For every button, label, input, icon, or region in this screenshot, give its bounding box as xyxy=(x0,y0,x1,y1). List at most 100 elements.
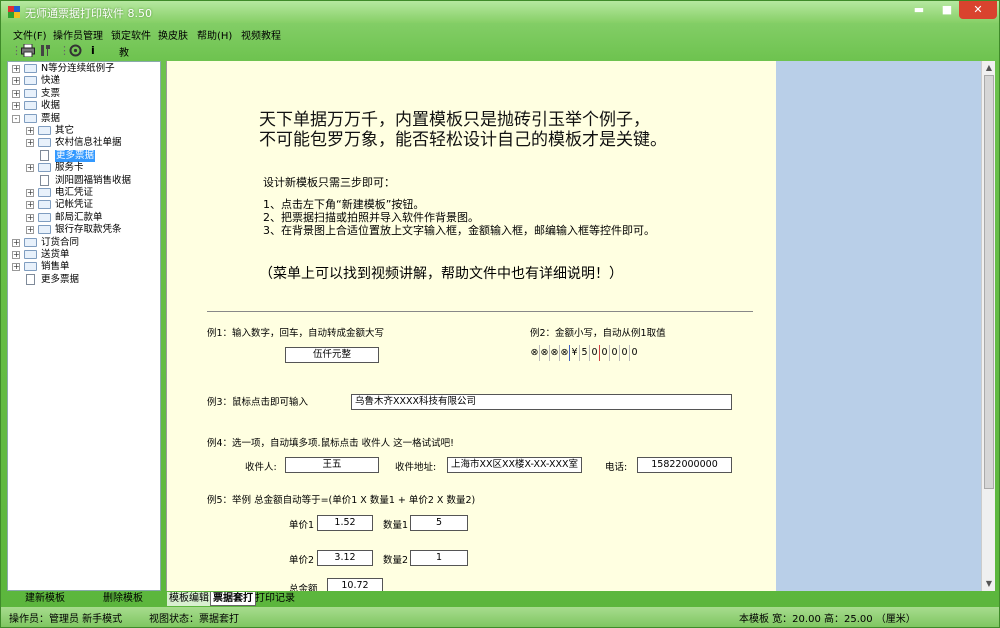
address-label: 收件地址: xyxy=(395,462,437,473)
tree-item-label: 邮局汇款单 xyxy=(55,211,103,223)
menu-video[interactable]: 视频教程 xyxy=(241,27,281,42)
vertical-scrollbar[interactable]: ▲ ▼ xyxy=(981,61,995,591)
company-name-field[interactable]: 乌鲁木齐XXXX科技有限公司 xyxy=(351,394,732,410)
expand-icon[interactable]: + xyxy=(12,263,20,272)
phone-field[interactable]: 15822000000 xyxy=(637,457,732,473)
expand-icon[interactable]: + xyxy=(26,213,34,222)
tree-item[interactable]: + 记帐凭证 xyxy=(8,199,160,211)
teach-button[interactable]: 教 xyxy=(119,44,129,59)
expand-icon[interactable]: + xyxy=(12,89,20,98)
tree-item[interactable]: - 票据 xyxy=(8,113,160,125)
tree-item[interactable]: + 银行存取款凭条 xyxy=(8,224,160,236)
folder-icon xyxy=(24,250,37,259)
folder-icon xyxy=(38,188,51,197)
tree-item[interactable]: + 销售单 xyxy=(8,261,160,273)
total-field[interactable]: 10.72 xyxy=(327,578,383,591)
document-icon xyxy=(26,273,35,285)
amount-digit: ⊗ xyxy=(550,347,559,358)
expand-icon[interactable]: + xyxy=(12,102,20,111)
tree-item[interactable]: + 支票 xyxy=(8,88,160,100)
expand-icon[interactable]: + xyxy=(26,226,34,235)
status-template-size: 本模板 宽：20.00 高：25.00 （厘米） xyxy=(739,614,916,625)
window-title: 无师通票据打印软件 8.50 xyxy=(25,7,152,20)
expand-icon[interactable]: + xyxy=(12,251,20,259)
tree-item[interactable]: + 服务卡 xyxy=(8,162,160,174)
tree-item-label: 订货合同 xyxy=(41,236,80,248)
tools-icon[interactable] xyxy=(39,44,52,60)
intro-heading-2: 不可能包罗万象，能否轻松设计自己的模板才是关键。 xyxy=(259,130,667,150)
tab-print-log[interactable]: 打印记录 xyxy=(255,592,295,606)
menu-file[interactable]: 文件(F) xyxy=(13,27,47,42)
tree-item[interactable]: 浏阳圆福销售收据 xyxy=(8,174,160,187)
folder-icon xyxy=(38,163,51,173)
scroll-thumb[interactable] xyxy=(984,75,994,489)
title-bar: 无师通票据打印软件 8.50 ▬ ■ ✕ xyxy=(1,1,999,23)
tree-item[interactable]: + 邮局汇款单 xyxy=(8,212,160,224)
menu-skin[interactable]: 换皮肤 xyxy=(158,27,188,42)
collapse-icon[interactable]: - xyxy=(12,114,20,123)
folder-icon xyxy=(38,126,51,135)
expand-icon[interactable]: + xyxy=(26,164,34,173)
template-tree[interactable]: + N等分连续纸例子 + 快递 + 支票 + 收据 - 票据 + 其它 + 农村信息社单据 更多票据 + 服务卡… xyxy=(7,61,161,591)
example-4-label: 例4：选一项，自动填多项.鼠标点击 收件人 这一格试试吧! xyxy=(207,438,454,449)
tree-item-label: 支票 xyxy=(41,87,61,99)
tree-item[interactable]: + 收据 xyxy=(8,100,160,112)
gear-icon[interactable] xyxy=(69,44,82,60)
expand-icon[interactable]: + xyxy=(12,238,20,247)
tree-item[interactable]: + 农村信息社单据 xyxy=(8,137,160,149)
menu-bar: 文件(F) 操作员管理 锁定软件 换皮肤 帮助(H) 视频教程 xyxy=(1,24,999,42)
printer-icon[interactable] xyxy=(21,43,35,60)
delete-template-button[interactable]: 删除模板 xyxy=(103,592,143,606)
tree-item[interactable]: 更多票据 xyxy=(8,149,160,162)
digit-separator xyxy=(549,345,550,361)
app-logo-icon xyxy=(8,6,20,18)
menu-help[interactable]: 帮助(H) xyxy=(197,27,232,42)
toolbar: ⋮ ⋮ i 教 xyxy=(1,42,999,60)
expand-icon[interactable]: + xyxy=(26,139,34,148)
scroll-down-icon[interactable]: ▼ xyxy=(982,577,996,591)
tree-item[interactable]: + 送货单 xyxy=(8,249,160,261)
maximize-button[interactable]: ■ xyxy=(935,1,959,19)
tree-item[interactable]: + 其它 xyxy=(8,125,160,137)
total-label: 总金额 xyxy=(289,584,318,591)
tree-item-label: 更多票据 xyxy=(55,149,96,162)
tab-template-edit[interactable]: 模板编辑 xyxy=(167,592,211,606)
address-field[interactable]: 上海市XX区XX楼X-XX-XXX室 xyxy=(447,457,582,473)
digit-separator xyxy=(609,345,610,361)
recipient-field[interactable]: 王五 xyxy=(285,457,379,473)
close-button[interactable]: ✕ xyxy=(959,1,997,19)
tree-item[interactable]: + 订货合同 xyxy=(8,237,160,249)
expand-icon[interactable]: + xyxy=(12,65,20,73)
info-icon[interactable]: i xyxy=(91,44,95,57)
quantity-2-field[interactable]: 1 xyxy=(410,550,468,566)
expand-icon[interactable]: + xyxy=(26,201,34,210)
template-canvas[interactable]: 天下单据万万千，内置模板只是抛砖引玉举个例子， 不可能包罗万象，能否轻松设计自己… xyxy=(166,61,776,591)
recipient-label[interactable]: 收件人: xyxy=(245,459,277,473)
amount-uppercase-field[interactable]: 伍仟元整 xyxy=(285,347,379,363)
tab-print-set[interactable]: 票据套打 xyxy=(210,592,256,606)
tree-item[interactable]: + 电汇凭证 xyxy=(8,187,160,199)
price-2-field[interactable]: 3.12 xyxy=(317,550,373,566)
digit-separator xyxy=(539,345,540,361)
tree-item[interactable]: + 快递 xyxy=(8,75,160,87)
tree-item[interactable]: + N等分连续纸例子 xyxy=(8,63,160,75)
new-template-button[interactable]: 建新模板 xyxy=(25,592,65,606)
expand-icon[interactable]: + xyxy=(26,189,34,197)
menu-lock[interactable]: 锁定软件 xyxy=(111,27,151,42)
price-1-field[interactable]: 1.52 xyxy=(317,515,373,531)
folder-icon xyxy=(24,101,37,111)
quantity-1-field[interactable]: 5 xyxy=(410,515,468,531)
menu-operator[interactable]: 操作员管理 xyxy=(53,27,103,42)
tree-item-label: 记帐凭证 xyxy=(55,199,94,211)
expand-icon[interactable]: + xyxy=(12,77,20,86)
example-2-label: 例2：金额小写，自动从例1取值 xyxy=(530,328,666,339)
minimize-button[interactable]: ▬ xyxy=(907,1,931,19)
example-5-label: 例5：举例 总金额自动等于=(单价1 X 数量1 + 单价2 X 数量2) xyxy=(207,495,476,506)
tree-item[interactable]: 更多票据 xyxy=(8,273,160,286)
digit-separator xyxy=(619,345,620,361)
expand-icon[interactable]: + xyxy=(26,127,34,135)
tree-item-label: 送货单 xyxy=(41,249,70,260)
amount-digit: ¥ xyxy=(571,347,578,358)
digit-separator xyxy=(629,345,630,361)
scroll-up-icon[interactable]: ▲ xyxy=(982,61,996,75)
